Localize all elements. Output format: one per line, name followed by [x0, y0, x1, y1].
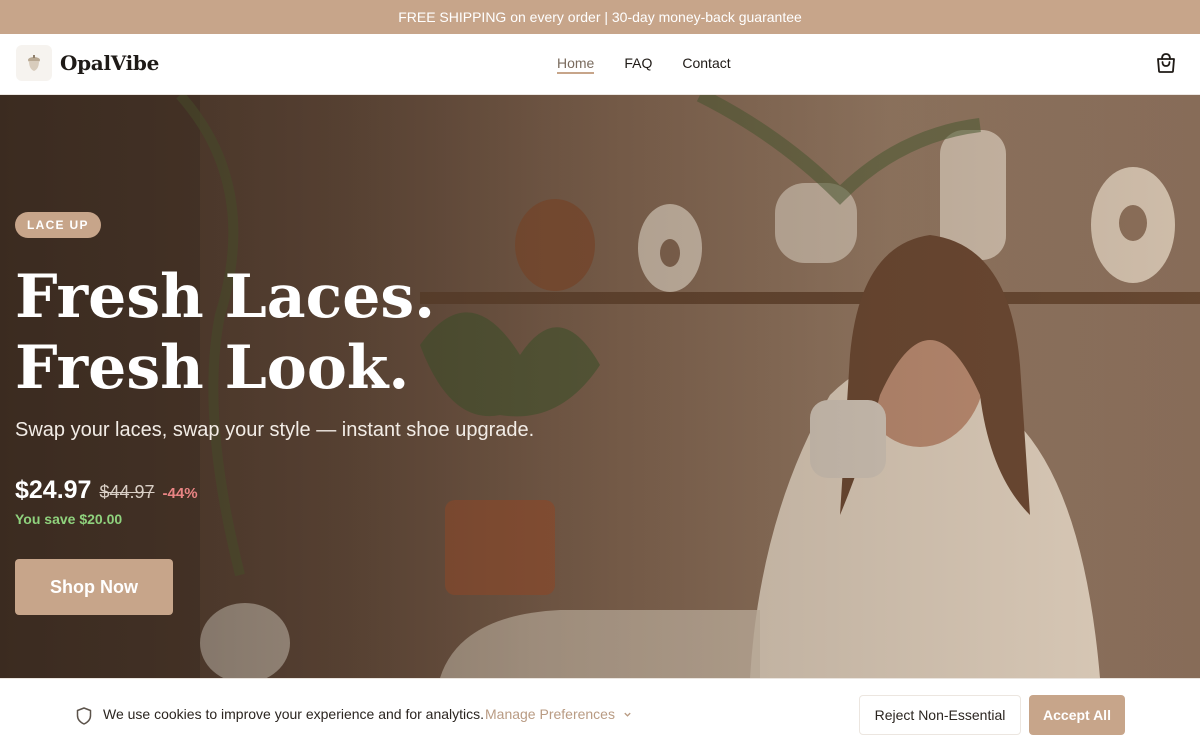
hero-headline-line-2: Fresh Look.: [15, 333, 410, 403]
shopping-bag-icon[interactable]: [1154, 51, 1178, 75]
discount-badge: -44%: [162, 485, 198, 502]
nav-link-contact[interactable]: Contact: [682, 55, 730, 74]
product-badge: LACE UP: [15, 212, 101, 238]
manage-preferences-link[interactable]: Manage Preferences: [485, 706, 632, 722]
nav-link-home[interactable]: Home: [557, 55, 595, 74]
compare-at-price: $44.97: [99, 482, 155, 502]
chevron-down-icon: [624, 712, 631, 717]
announcement-text: FREE SHIPPING on every order | 30-day mo…: [398, 9, 802, 25]
logo[interactable]: [16, 45, 52, 81]
sale-price: $24.97: [15, 476, 92, 504]
acorn-icon: [28, 55, 40, 71]
savings-text: You save $20.00: [15, 511, 123, 527]
brand-name[interactable]: OpalVibe: [60, 51, 159, 75]
site-header: OpalVibe Home FAQ Contact: [0, 34, 1200, 95]
main-nav: Home FAQ Contact: [557, 55, 731, 74]
price-row: $24.97 $44.97 -44%: [15, 476, 198, 505]
hero-section: LACE UP Fresh Laces. Fresh Look. Swap yo…: [0, 95, 1200, 678]
shield-icon: [76, 707, 92, 725]
hero-headline-line-1: Fresh Laces.: [15, 262, 436, 332]
hero-headline: Fresh Laces. Fresh Look.: [15, 262, 435, 404]
shop-now-button[interactable]: Shop Now: [15, 559, 173, 615]
reject-non-essential-button[interactable]: Reject Non-Essential: [859, 695, 1021, 735]
manage-preferences-label: Manage Preferences: [485, 706, 615, 722]
cookie-banner: We use cookies to improve your experienc…: [0, 678, 1200, 750]
hero-subheadline: Swap your laces, swap your style — insta…: [15, 419, 535, 441]
announcement-bar: FREE SHIPPING on every order | 30-day mo…: [0, 0, 1200, 34]
nav-link-faq[interactable]: FAQ: [624, 55, 652, 74]
cookie-message: We use cookies to improve your experienc…: [103, 706, 485, 722]
accept-all-button[interactable]: Accept All: [1029, 695, 1125, 735]
